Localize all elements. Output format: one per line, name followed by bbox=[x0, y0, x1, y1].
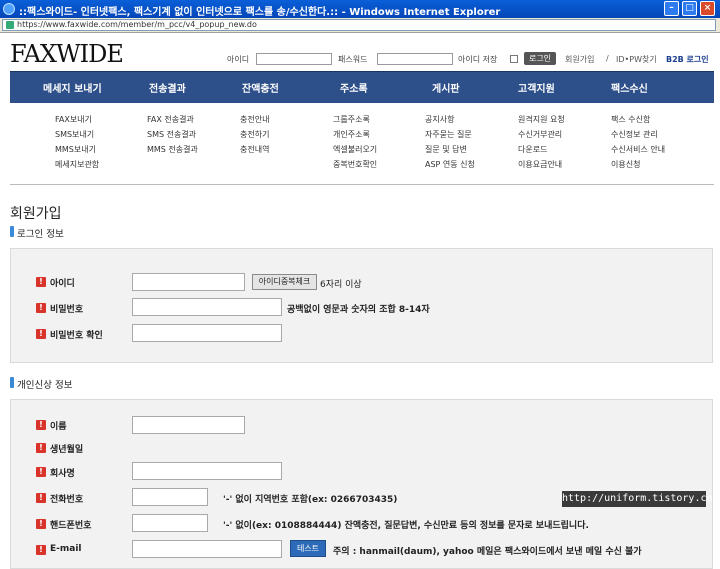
watermark: http://uniform.tistory.com bbox=[562, 491, 719, 507]
login-section-title: 로그인 정보 bbox=[17, 229, 64, 240]
submenu-mms-send[interactable]: MMS보내기 bbox=[55, 144, 96, 155]
section-marker-icon bbox=[10, 377, 14, 388]
nav-tab-charge[interactable]: 잔액충전 bbox=[242, 80, 279, 95]
id-label: 아이디 bbox=[50, 279, 75, 289]
name-label: 이름 bbox=[50, 422, 67, 432]
required-icon: ! bbox=[36, 493, 46, 503]
required-icon: ! bbox=[36, 443, 46, 453]
password-confirm-input[interactable] bbox=[132, 324, 282, 342]
close-icon[interactable]: × bbox=[700, 1, 715, 16]
lock-icon bbox=[6, 21, 14, 29]
mobile-hint: '-' 없이(ex: 0108884444) 잔액충전, 질문답변, 수신만료 … bbox=[223, 521, 589, 531]
submenu-charge-history[interactable]: 충전내역 bbox=[240, 144, 269, 155]
password-label: 비밀번호 bbox=[50, 305, 84, 315]
minimize-icon[interactable]: – bbox=[664, 1, 679, 16]
submenu-reject-manage[interactable]: 수신거부관리 bbox=[518, 129, 562, 140]
submenu-qna[interactable]: 질문 및 답변 bbox=[425, 144, 467, 155]
submenu-faq[interactable]: 자주묻는 질문 bbox=[425, 129, 472, 140]
header-separator: / bbox=[606, 54, 609, 63]
find-id-pw-link[interactable]: ID•PW찾기 bbox=[616, 54, 657, 65]
nav-tab-address-book[interactable]: 주소록 bbox=[340, 80, 368, 95]
submenu-pricing[interactable]: 이용요금안내 bbox=[518, 159, 562, 170]
email-input[interactable] bbox=[132, 540, 282, 558]
company-label: 회사명 bbox=[50, 469, 75, 479]
required-icon: ! bbox=[36, 329, 46, 339]
header-pw-label: 패스워드 bbox=[338, 55, 368, 64]
phone-label: 전화번호 bbox=[50, 495, 84, 505]
submenu-duplicate-check[interactable]: 중복번호확인 bbox=[333, 159, 377, 170]
nav-divider bbox=[10, 184, 714, 185]
password-hint: 공백없이 영문과 숫자의 조합 8-14자 bbox=[287, 305, 430, 315]
b2b-login-link[interactable]: B2B 로그인 bbox=[666, 54, 709, 65]
birth-label: 생년월일 bbox=[50, 445, 84, 455]
window-title-bar: ::팩스와이드- 인터넷팩스, 팩스기계 없이 인터넷으로 팩스를 송/수신한다… bbox=[0, 0, 720, 18]
nav-tab-send-message[interactable]: 메세지 보내기 bbox=[43, 80, 102, 95]
section-marker-icon bbox=[10, 226, 14, 237]
submenu-download[interactable]: 다운로드 bbox=[518, 144, 547, 155]
password-input[interactable] bbox=[132, 298, 282, 316]
company-input[interactable] bbox=[132, 462, 282, 480]
main-nav: 메세지 보내기 전송결과 잔액충전 주소록 게시판 고객지원 팩스수신 bbox=[10, 71, 714, 103]
submenu-fax-send[interactable]: FAX보내기 bbox=[55, 114, 92, 125]
id-duplicate-check-button[interactable]: 아이디중복체크 bbox=[252, 274, 317, 290]
email-label: E-mail bbox=[50, 544, 82, 554]
header-id-label: 아이디 bbox=[227, 55, 250, 64]
submenu-receive-info[interactable]: 수신정보 관리 bbox=[611, 129, 658, 140]
submenu-message-box[interactable]: 메세지보관함 bbox=[55, 159, 99, 170]
submenu-charge-do[interactable]: 충전하기 bbox=[240, 129, 269, 140]
id-input[interactable] bbox=[132, 273, 245, 291]
required-icon: ! bbox=[36, 519, 46, 529]
required-icon: ! bbox=[36, 420, 46, 430]
phone-hint: '-' 없이 지역번호 포함(ex: 0266703435) bbox=[223, 495, 398, 505]
submenu-charge-info[interactable]: 충전안내 bbox=[240, 114, 269, 125]
personal-section-title: 개인신상 정보 bbox=[17, 380, 73, 391]
password-confirm-label: 비밀번호 확인 bbox=[50, 331, 103, 341]
required-icon: ! bbox=[36, 545, 46, 555]
mobile-label: 핸드폰번호 bbox=[50, 521, 92, 531]
header-pw-input[interactable] bbox=[377, 53, 453, 65]
submenu-sms-result[interactable]: SMS 전송결과 bbox=[147, 129, 196, 140]
submenu-excel-import[interactable]: 엑셀불러오기 bbox=[333, 144, 377, 155]
id-hint: 6자리 이상 bbox=[320, 280, 362, 290]
address-url: https://www.faxwide.com/member/m_pcc/v4_… bbox=[17, 20, 257, 29]
submenu-apply[interactable]: 이용신청 bbox=[611, 159, 640, 170]
nav-tab-support[interactable]: 고객지원 bbox=[518, 80, 555, 95]
submenu-group-address[interactable]: 그룹주소록 bbox=[333, 114, 370, 125]
save-id-checkbox[interactable] bbox=[510, 55, 518, 63]
nav-tab-send-result[interactable]: 전송결과 bbox=[149, 80, 186, 95]
login-button[interactable]: 로그인 bbox=[524, 52, 556, 65]
email-hint: 주의 : hanmail(daum), yahoo 메일은 팩스와이드에서 보낸… bbox=[333, 547, 642, 557]
submenu-personal-address[interactable]: 개인주소록 bbox=[333, 129, 370, 140]
submenu-receive-service[interactable]: 수신서비스 안내 bbox=[611, 144, 665, 155]
address-bar: https://www.faxwide.com/member/m_pcc/v4_… bbox=[0, 18, 720, 33]
required-icon: ! bbox=[36, 303, 46, 313]
name-input[interactable] bbox=[132, 416, 245, 434]
submenu-mms-result[interactable]: MMS 전송결과 bbox=[147, 144, 198, 155]
submenu-asp-request[interactable]: ASP 연동 신청 bbox=[425, 159, 475, 170]
submenu-fax-inbox[interactable]: 팩스 수신함 bbox=[611, 114, 650, 125]
signup-link[interactable]: 회원가입 bbox=[565, 54, 594, 65]
submenu-fax-result[interactable]: FAX 전송결과 bbox=[147, 114, 194, 125]
address-field[interactable]: https://www.faxwide.com/member/m_pcc/v4_… bbox=[2, 19, 716, 31]
page-title: 회원가입 bbox=[10, 206, 62, 222]
nav-tab-board[interactable]: 게시판 bbox=[432, 80, 460, 95]
required-icon: ! bbox=[36, 277, 46, 287]
save-id-label: 아이디 저장 bbox=[458, 55, 498, 64]
submenu-remote-support[interactable]: 원격지원 요청 bbox=[518, 114, 565, 125]
required-icon: ! bbox=[36, 467, 46, 477]
email-test-button[interactable]: 테스트 bbox=[290, 540, 326, 557]
faxwide-logo[interactable]: FAXWIDE bbox=[10, 40, 124, 68]
nav-tab-fax-receive[interactable]: 팩스수신 bbox=[611, 80, 648, 95]
maximize-icon[interactable]: □ bbox=[682, 1, 697, 16]
phone-input[interactable] bbox=[132, 488, 208, 506]
window-title: ::팩스와이드- 인터넷팩스, 팩스기계 없이 인터넷으로 팩스를 송/수신한다… bbox=[19, 7, 501, 18]
mobile-input[interactable] bbox=[132, 514, 208, 532]
ie-icon bbox=[3, 3, 15, 15]
submenu-notice[interactable]: 공지사항 bbox=[425, 114, 454, 125]
header-id-input[interactable] bbox=[256, 53, 332, 65]
submenu-sms-send[interactable]: SMS보내기 bbox=[55, 129, 94, 140]
